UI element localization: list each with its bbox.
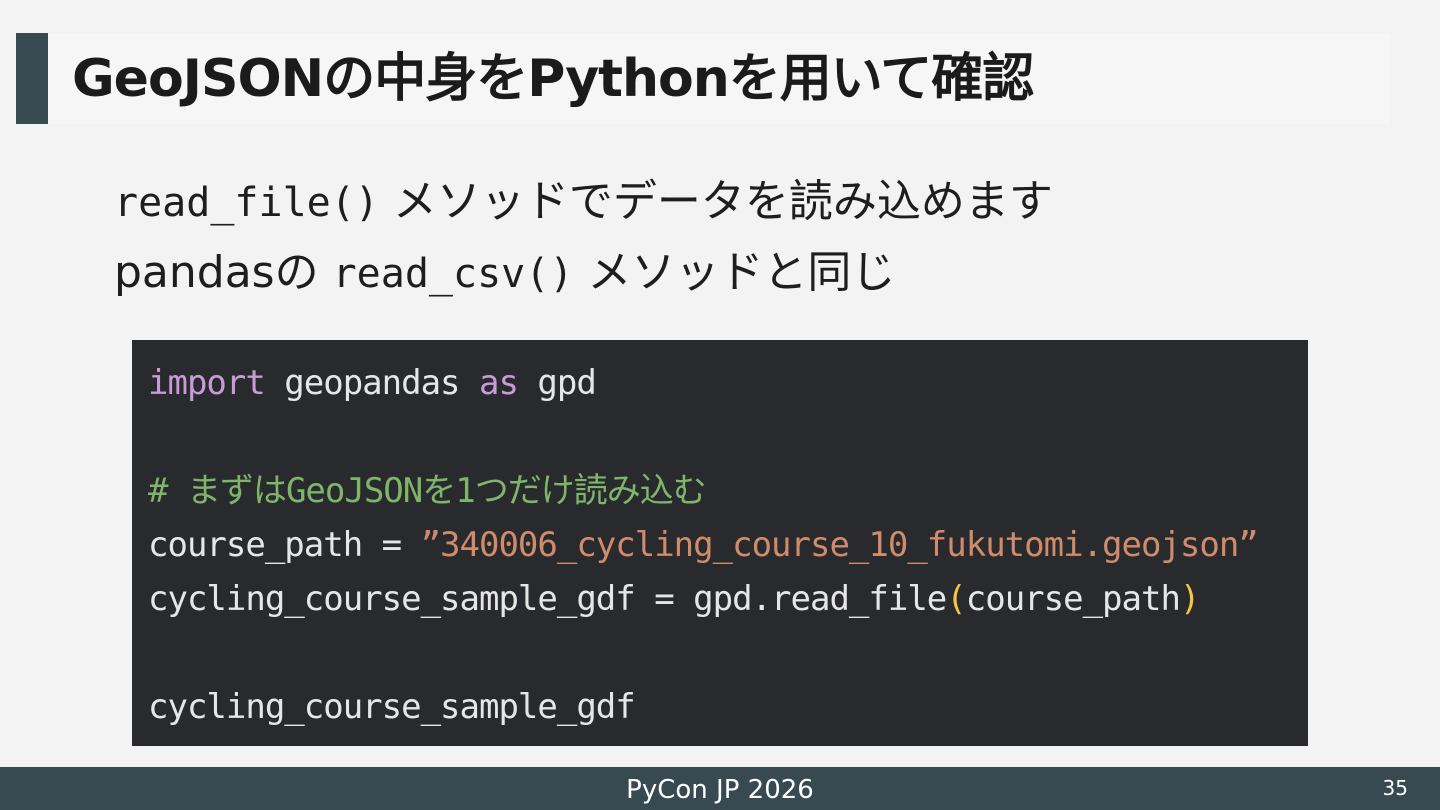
slide-title-bar: GeoJSONの中身をPythonを用いて確認 — [16, 33, 1390, 124]
code-arg: course_path — [965, 579, 1181, 619]
bullet-read-file: read_file() メソッドでデータを読み込めます — [114, 172, 1053, 233]
bullet-text: メソッドでデータを読み込めます — [378, 176, 1053, 227]
code-line-course-path: course_path = ”340006_cycling_course_10_… — [148, 518, 1259, 572]
bullet-read-csv: pandasの read_csv() メソッドと同じ — [114, 243, 895, 304]
bullet-code: read_csv() — [332, 251, 574, 297]
code-line-comment: # まずはGeoJSONを1つだけ読み込む — [148, 471, 707, 511]
code-variable: course_path = — [148, 525, 421, 565]
code-token: gpd — [517, 363, 596, 403]
code-paren: ( — [946, 579, 967, 619]
footer-event-name: PyCon JP 2026 — [626, 775, 814, 805]
code-string: ”340006_cycling_course_10_fukutomi.geojs… — [420, 525, 1259, 565]
title-accent-bar — [16, 33, 48, 124]
code-paren: ) — [1179, 579, 1201, 619]
code-token: geopandas — [264, 363, 479, 403]
code-token: cycling_course_sample_gdf = gpd.read_fil… — [148, 579, 947, 619]
bullet-code: read_file() — [114, 180, 379, 226]
bullet-text: メソッドと同じ — [573, 247, 896, 298]
code-line-import: import geopandas as gpd — [148, 356, 597, 410]
code-line-read-file: cycling_course_sample_gdf = gpd.read_fil… — [148, 572, 1201, 626]
slide-footer: PyCon JP 2026 35 — [0, 767, 1440, 810]
code-keyword: as — [479, 363, 519, 403]
code-keyword: import — [148, 363, 266, 403]
page-number: 35 — [1382, 776, 1408, 800]
slide-title: GeoJSONの中身をPythonを用いて確認 — [72, 49, 1034, 109]
bullet-prefix: pandasの — [114, 247, 333, 298]
code-block: import geopandas as gpd # まずはGeoJSONを1つだ… — [132, 340, 1308, 746]
code-line-output: cycling_course_sample_gdf — [148, 687, 636, 727]
